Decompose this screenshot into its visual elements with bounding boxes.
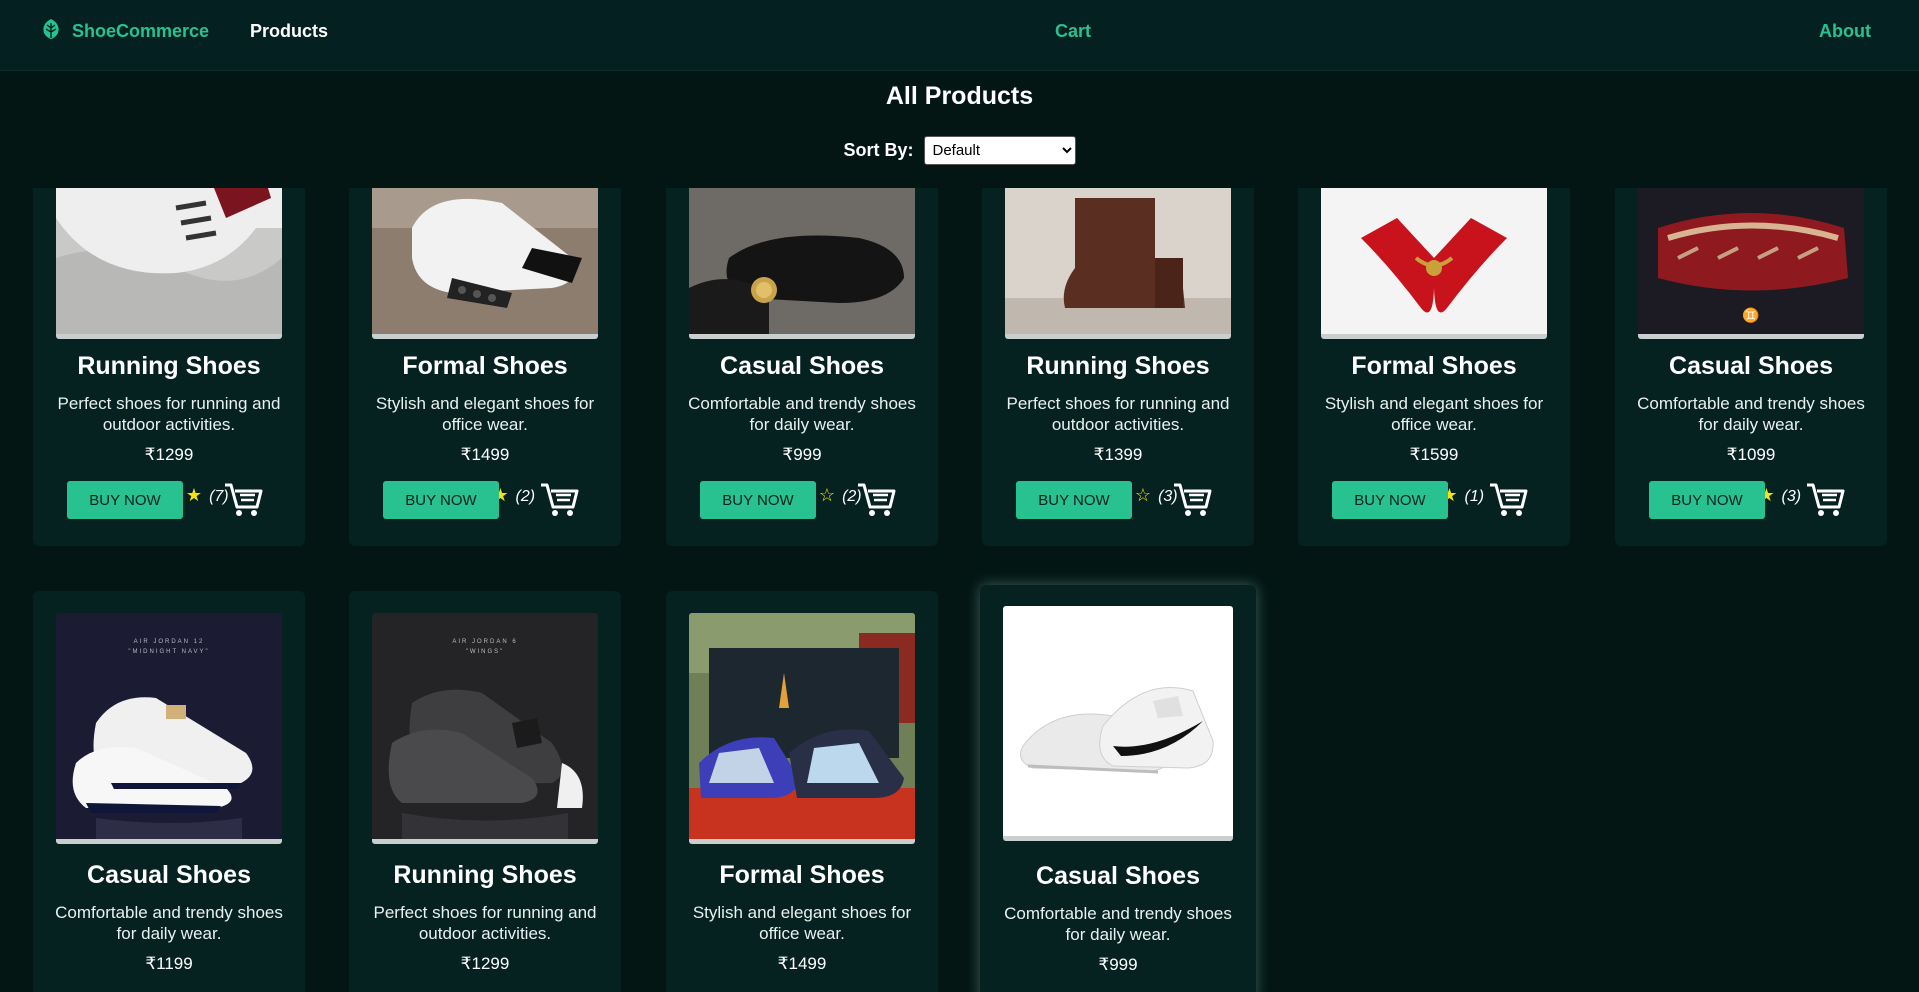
product-price: ₹1499 bbox=[460, 445, 510, 464]
add-to-cart-icon[interactable] bbox=[223, 479, 265, 519]
product-image bbox=[1321, 188, 1547, 339]
navbar: ShoeCommerce Products Cart About bbox=[0, 0, 1919, 71]
buy-now-button[interactable]: BUY NOW bbox=[1332, 481, 1448, 519]
product-image bbox=[1003, 606, 1233, 841]
brand-name: ShoeCommerce bbox=[72, 20, 210, 41]
product-title: Casual Shoes bbox=[87, 861, 251, 889]
product-description: Stylish and elegant shoes for office wea… bbox=[692, 903, 912, 943]
product-description: Perfect shoes for running and outdoor ac… bbox=[1006, 394, 1230, 434]
product-description: Comfortable and trendy shoes for daily w… bbox=[55, 903, 283, 943]
product-description: Stylish and elegant shoes for office wea… bbox=[375, 394, 595, 434]
product-description: Comfortable and trendy shoes for daily w… bbox=[688, 394, 916, 434]
sort-select[interactable]: Default bbox=[923, 136, 1076, 165]
product-description: Perfect shoes for running and outdoor ac… bbox=[373, 903, 597, 943]
leaf-icon bbox=[40, 18, 62, 45]
product-title: Running Shoes bbox=[1026, 352, 1210, 380]
product-price: ₹999 bbox=[782, 445, 822, 464]
product-card-hovered: Casual Shoes Comfortable and trendy shoe… bbox=[980, 585, 1256, 992]
buy-now-button[interactable]: BUY NOW bbox=[67, 481, 183, 519]
product-description: Perfect shoes for running and outdoor ac… bbox=[57, 394, 281, 434]
product-title: Running Shoes bbox=[77, 352, 261, 380]
buy-now-button[interactable]: BUY NOW bbox=[1016, 481, 1132, 519]
product-price: ₹999 bbox=[1098, 955, 1138, 974]
product-card: AIR JORDAN 6 "WINGS" Running Shoes Perfe… bbox=[349, 591, 621, 992]
product-image: ♊ bbox=[1638, 188, 1864, 339]
product-image: AIR JORDAN 12 "MIDNIGHT NAVY" bbox=[56, 613, 282, 844]
add-to-cart-icon[interactable] bbox=[1172, 479, 1214, 519]
product-image bbox=[689, 613, 915, 844]
svg-text:♊: ♊ bbox=[1742, 307, 1759, 324]
review-count: (3) bbox=[1781, 488, 1802, 505]
svg-text:"WINGS": "WINGS" bbox=[466, 649, 505, 655]
add-to-cart-icon[interactable] bbox=[856, 479, 898, 519]
product-image: AIR JORDAN 6 "WINGS" bbox=[372, 613, 598, 844]
product-image bbox=[1005, 188, 1231, 339]
product-title: Casual Shoes bbox=[1036, 862, 1200, 890]
buy-now-button[interactable]: BUY NOW bbox=[383, 481, 499, 519]
nav-cart-link[interactable]: Cart bbox=[1055, 21, 1091, 42]
product-card: AIR JORDAN 12 "MIDNIGHT NAVY" Casual Sho… bbox=[33, 591, 305, 992]
add-to-cart-icon[interactable] bbox=[1805, 479, 1847, 519]
product-description: Stylish and elegant shoes for office wea… bbox=[1324, 394, 1544, 434]
product-title: Formal Shoes bbox=[402, 352, 568, 380]
product-card: Formal Shoes Stylish and elegant shoes f… bbox=[666, 591, 938, 992]
product-description: Comfortable and trendy shoes for daily w… bbox=[1637, 394, 1865, 434]
svg-text:AIR JORDAN 12: AIR JORDAN 12 bbox=[134, 639, 205, 645]
buy-now-button[interactable]: BUY NOW bbox=[700, 481, 816, 519]
product-image bbox=[689, 188, 915, 339]
product-title: Casual Shoes bbox=[1669, 352, 1833, 380]
buy-now-button[interactable]: BUY NOW bbox=[1649, 481, 1765, 519]
nav-about-link[interactable]: About bbox=[1819, 21, 1871, 42]
product-title: Formal Shoes bbox=[719, 861, 885, 889]
product-price: ₹1399 bbox=[1093, 445, 1143, 464]
product-grid: Running Shoes Perfect shoes for running … bbox=[0, 188, 1919, 992]
add-to-cart-icon[interactable] bbox=[1488, 479, 1530, 519]
review-count: (2) bbox=[515, 488, 536, 505]
sort-row: Sort By: Default bbox=[0, 136, 1919, 165]
product-title: Running Shoes bbox=[393, 861, 577, 889]
svg-text:AIR JORDAN 6: AIR JORDAN 6 bbox=[452, 639, 517, 645]
review-count: (1) bbox=[1464, 488, 1485, 505]
product-title: Formal Shoes bbox=[1351, 352, 1517, 380]
nav-products-link[interactable]: Products bbox=[250, 21, 328, 42]
brand-link[interactable]: ShoeCommerce bbox=[40, 18, 209, 44]
product-price: ₹1199 bbox=[145, 954, 193, 973]
product-price: ₹1299 bbox=[144, 445, 194, 464]
add-to-cart-icon[interactable] bbox=[539, 479, 581, 519]
product-description: Comfortable and trendy shoes for daily w… bbox=[1004, 904, 1232, 944]
page-title: All Products bbox=[885, 82, 1034, 110]
product-price: ₹1299 bbox=[460, 954, 510, 973]
product-title: Casual Shoes bbox=[720, 352, 884, 380]
product-image bbox=[372, 188, 598, 339]
sort-label: Sort By: bbox=[843, 140, 914, 160]
product-price: ₹1099 bbox=[1726, 445, 1776, 464]
svg-text:"MIDNIGHT NAVY": "MIDNIGHT NAVY" bbox=[128, 649, 209, 655]
product-image bbox=[56, 188, 282, 339]
product-price: ₹1599 bbox=[1409, 445, 1459, 464]
product-price: ₹1499 bbox=[777, 954, 827, 973]
